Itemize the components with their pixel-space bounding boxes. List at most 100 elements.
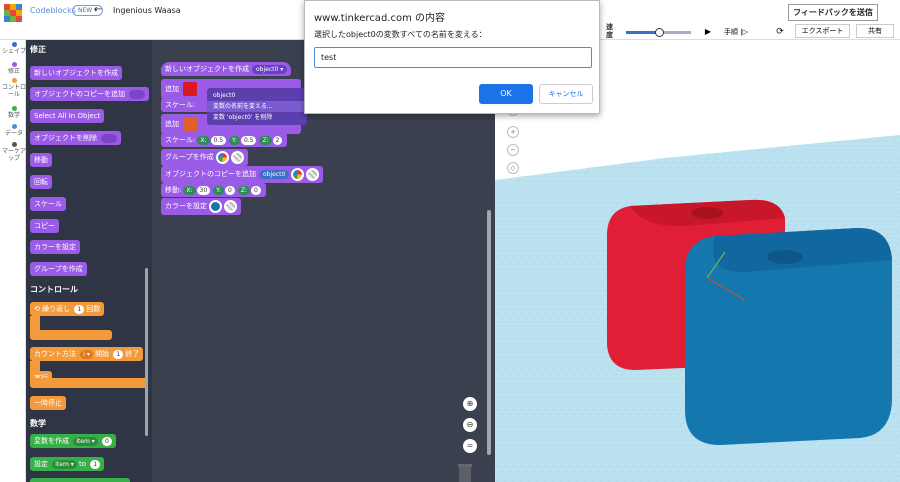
copy-var-dropdown[interactable]: object0: [259, 169, 290, 179]
shapes-dot-icon: [11, 42, 17, 47]
move-y-field[interactable]: 0: [225, 185, 235, 195]
zoom-in-icon[interactable]: ⊕: [463, 397, 477, 411]
zoom-reset-icon[interactable]: =: [463, 439, 477, 453]
scale-z-label: Z:: [259, 135, 272, 145]
variable-name: item: [76, 437, 90, 445]
variable-context-menu: object0 変数の名前を変える... 変数 'object0' を削除: [207, 88, 307, 125]
transparent-swatch-icon[interactable]: [230, 150, 244, 164]
ws-block-set-color[interactable]: カラーを設定: [161, 198, 241, 215]
move-x-field[interactable]: 30: [196, 185, 211, 195]
share-button[interactable]: 共有: [856, 24, 894, 38]
palette-block-create-object[interactable]: 新しいオブジェクトを作成: [30, 66, 122, 80]
palette-block-rotate[interactable]: 回転: [30, 175, 52, 189]
object-var-dropdown[interactable]: object0 ▾: [252, 64, 288, 74]
palette-block-copy[interactable]: コピー: [30, 219, 59, 233]
set-value-field[interactable]: 1: [90, 459, 101, 469]
count-var-label: i: [83, 350, 85, 358]
section-title-control: コントロール: [30, 285, 78, 294]
scale-x-field[interactable]: 0.5: [210, 135, 227, 145]
block-label: グループを作成: [165, 153, 214, 161]
palette-block-select-all[interactable]: Select All In Object: [30, 109, 105, 123]
transparent-swatch-icon[interactable]: [306, 167, 320, 181]
category-data[interactable]: データ: [2, 124, 26, 137]
variable-value-field[interactable]: 0: [101, 436, 112, 446]
markup-dot-icon: [11, 142, 17, 147]
count-var-dropdown[interactable]: i ▾: [80, 349, 93, 359]
move-z-field[interactable]: 0: [251, 185, 261, 195]
workspace-scrollbar[interactable]: [487, 210, 491, 455]
variable-slot[interactable]: [101, 133, 118, 143]
palette-block-scale[interactable]: スケール: [30, 197, 66, 211]
ok-button[interactable]: OK: [479, 84, 533, 104]
category-control[interactable]: コントロール: [2, 78, 26, 98]
reset-icon[interactable]: ⟳: [773, 25, 787, 39]
ws-block-scale[interactable]: スケール: X: 0.5 Y: 0.5 Z: 2: [161, 133, 288, 147]
project-name[interactable]: Ingenious Waasa: [113, 6, 181, 15]
category-modify[interactable]: 修正: [2, 62, 26, 75]
block-label: オブジェクトのコピーを追加: [165, 170, 256, 178]
scale-y-label: Y:: [229, 135, 240, 145]
palette-block-group[interactable]: グループを作成: [30, 262, 87, 276]
palette-block-create-variable[interactable]: 変数を作成 item ▾ 0: [30, 434, 116, 448]
speed-slider[interactable]: [626, 28, 691, 37]
category-sidebar: シェイプ 修正 コントロール 数学 データ マーケアップ: [0, 40, 26, 482]
variable-dropdown[interactable]: item ▾: [73, 436, 98, 446]
count-start-field[interactable]: 1: [113, 349, 124, 359]
ws-block-group[interactable]: グループを作成: [161, 149, 248, 166]
view-zoom-out-icon[interactable]: −: [507, 144, 519, 156]
category-shapes[interactable]: シェイプ: [2, 42, 26, 55]
ws-block-move[interactable]: 移動: X: 30 Y: 0 Z: 0: [161, 183, 266, 197]
data-dot-icon: [11, 124, 17, 129]
palette-scrollbar[interactable]: [145, 268, 148, 436]
multicolor-swatch-icon[interactable]: [291, 167, 305, 181]
tinkercad-logo[interactable]: [4, 4, 22, 22]
ctx-item-object0[interactable]: object0: [207, 90, 307, 101]
scale-y-field[interactable]: 0.5: [240, 135, 257, 145]
view-perspective-icon[interactable]: ◇: [507, 162, 519, 174]
cylinder-shape-icon[interactable]: [183, 117, 198, 131]
play-icon[interactable]: ▶: [701, 25, 715, 39]
ws-block-add-copy[interactable]: オブジェクトのコピーを追加 object0: [161, 166, 324, 183]
speed-slider-fill: [626, 31, 659, 34]
cancel-button[interactable]: キャンセル: [539, 84, 593, 104]
trash-icon[interactable]: [456, 462, 474, 482]
codeblocks-title: Codeblocks: [30, 6, 76, 15]
palette-block-set-color[interactable]: カラーを設定: [30, 240, 80, 254]
block-label: 移動:: [165, 186, 182, 194]
speed-label: 速度: [606, 23, 613, 39]
red-box-shape-icon[interactable]: [183, 82, 198, 96]
multicolor-swatch-icon[interactable]: [215, 150, 229, 164]
ctx-item-delete[interactable]: 変数 'object0' を削除: [207, 112, 307, 123]
section-title-math: 数学: [30, 419, 46, 428]
ws-block-create-object[interactable]: 新しいオブジェクトを作成 object0 ▾: [161, 62, 292, 76]
export-button[interactable]: エクスポート: [795, 24, 850, 38]
back-arrow-icon[interactable]: ←: [94, 4, 102, 15]
block-label: オブジェクトを削除: [34, 134, 97, 142]
variable-dropdown[interactable]: item ▾: [52, 459, 77, 469]
palette-block-set-variable[interactable]: 設定 item ▾ to 1: [30, 457, 105, 471]
palette-block-repeat[interactable]: ⟲ 繰り返し 1 回数: [30, 302, 105, 316]
palette-block-delete-object[interactable]: オブジェクトを削除: [30, 131, 122, 145]
category-math[interactable]: 数学: [2, 106, 26, 119]
step-button[interactable]: 手順 |▷: [722, 25, 750, 39]
palette-block-add-copy[interactable]: オブジェクトのコピーを追加: [30, 87, 150, 101]
zoom-out-icon[interactable]: ⊖: [463, 418, 477, 432]
ctx-item-rename[interactable]: 変数の名前を変える...: [207, 101, 307, 112]
repeat-count-field[interactable]: 1: [74, 304, 85, 314]
blue-box-hole: [767, 250, 803, 264]
category-markup[interactable]: マーケアップ: [2, 142, 26, 162]
variable-slot[interactable]: [129, 89, 146, 99]
palette-block-pause[interactable]: 一時停止: [30, 396, 66, 410]
palette-block-move[interactable]: 移動: [30, 153, 52, 167]
ws-block-scale-partial[interactable]: スケール:: [161, 98, 209, 112]
view-zoom-in-icon[interactable]: +: [507, 126, 519, 138]
palette-block-count[interactable]: カウント方法 i ▾ 開始 1 終了: [30, 347, 144, 361]
feedback-button[interactable]: フィードバックを送信: [788, 4, 878, 21]
rename-input[interactable]: [314, 47, 592, 68]
speed-slider-knob[interactable]: [654, 28, 664, 37]
scale-z-field[interactable]: 2: [272, 135, 283, 145]
block-label: 新しいオブジェクトを作成: [165, 65, 249, 73]
block-label: 終了: [125, 350, 140, 358]
blue-swatch-icon[interactable]: [209, 199, 222, 213]
transparent-swatch-icon[interactable]: [224, 199, 237, 213]
